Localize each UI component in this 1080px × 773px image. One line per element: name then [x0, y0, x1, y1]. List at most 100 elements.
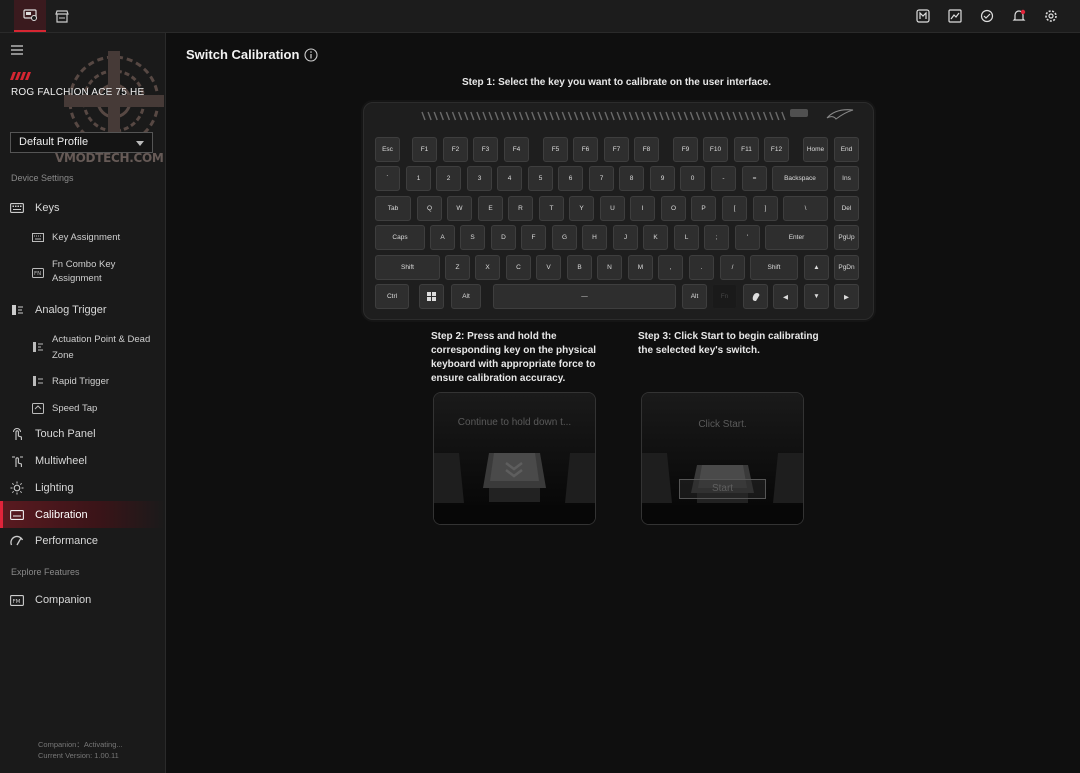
- key-[interactable]: ◀: [773, 284, 798, 309]
- key-7[interactable]: 7: [589, 166, 614, 192]
- start-button[interactable]: Start: [679, 479, 766, 499]
- windows-key[interactable]: [419, 284, 444, 309]
- key-r[interactable]: R: [508, 195, 533, 221]
- tab-store[interactable]: [46, 0, 78, 32]
- sidebar-item-multiwheel[interactable]: Multiwheel: [0, 453, 165, 469]
- key-[interactable]: ▶: [834, 284, 859, 309]
- key-f11[interactable]: F11: [734, 137, 759, 162]
- key-m[interactable]: M: [628, 254, 653, 280]
- key-fn[interactable]: Fn: [712, 284, 737, 309]
- key-6[interactable]: 6: [558, 166, 583, 192]
- info-icon[interactable]: [304, 48, 318, 62]
- key-f6[interactable]: F6: [573, 137, 598, 162]
- key-8[interactable]: 8: [619, 166, 644, 192]
- key-f5[interactable]: F5: [543, 137, 568, 162]
- key-w[interactable]: W: [447, 195, 472, 221]
- key-tab[interactable]: Tab: [375, 195, 411, 221]
- gallery-icon[interactable]: [948, 9, 962, 23]
- key-d[interactable]: D: [491, 225, 516, 251]
- key-backspace[interactable]: Backspace: [772, 166, 828, 192]
- key-del[interactable]: Del: [834, 195, 859, 221]
- key-[interactable]: —: [493, 284, 676, 309]
- key-ins[interactable]: Ins: [834, 166, 859, 192]
- sidebar-item-key-assignment[interactable]: Key Assignment: [0, 230, 165, 244]
- key-3[interactable]: 3: [467, 166, 492, 192]
- key-4[interactable]: 4: [497, 166, 522, 192]
- key-k[interactable]: K: [643, 225, 668, 251]
- key-pgdn[interactable]: PgDn: [834, 254, 859, 280]
- key-5[interactable]: 5: [528, 166, 553, 192]
- profile-dropdown[interactable]: Default Profile: [10, 132, 153, 153]
- key-[interactable]: ': [735, 225, 760, 251]
- key-1[interactable]: 1: [406, 166, 431, 192]
- key-f3[interactable]: F3: [473, 137, 498, 162]
- key-[interactable]: ▼: [804, 284, 829, 309]
- key-p[interactable]: P: [691, 195, 716, 221]
- sidebar-item-speed-tap[interactable]: Speed Tap: [0, 401, 165, 415]
- key-alt[interactable]: Alt: [682, 284, 707, 309]
- key-j[interactable]: J: [613, 225, 638, 251]
- key-v[interactable]: V: [536, 254, 561, 280]
- m-badge-icon[interactable]: [916, 9, 930, 23]
- key-ctrl[interactable]: Ctrl: [375, 284, 409, 309]
- sidebar-item-touch-panel[interactable]: Touch Panel: [0, 426, 165, 442]
- key-f[interactable]: F: [521, 225, 546, 251]
- sync-icon[interactable]: [980, 9, 994, 23]
- key-[interactable]: /: [720, 254, 745, 280]
- key-[interactable]: ,: [658, 254, 683, 280]
- key-caps[interactable]: Caps: [375, 225, 425, 251]
- sidebar-item-rapid-trigger[interactable]: Rapid Trigger: [0, 374, 165, 388]
- sidebar-item-analog-trigger[interactable]: Analog Trigger: [0, 302, 165, 318]
- key-n[interactable]: N: [597, 254, 622, 280]
- key-l[interactable]: L: [674, 225, 699, 251]
- key-o[interactable]: O: [661, 195, 686, 221]
- key-c[interactable]: C: [506, 254, 531, 280]
- sidebar-item-companion[interactable]: FM Companion: [0, 592, 165, 608]
- key-pgup[interactable]: PgUp: [834, 225, 859, 251]
- key-t[interactable]: T: [539, 195, 564, 221]
- key-[interactable]: [: [722, 195, 747, 221]
- sidebar-item-performance[interactable]: Performance: [0, 533, 165, 549]
- key-z[interactable]: Z: [445, 254, 470, 280]
- key-g[interactable]: G: [552, 225, 577, 251]
- key-e[interactable]: E: [478, 195, 503, 221]
- key-alt[interactable]: Alt: [451, 284, 481, 309]
- key-i[interactable]: I: [630, 195, 655, 221]
- sidebar-item-fn-combo[interactable]: FN Fn Combo Key Assignment: [0, 258, 165, 288]
- key-9[interactable]: 9: [650, 166, 675, 192]
- key-f8[interactable]: F8: [634, 137, 659, 162]
- key-shift[interactable]: Shift: [375, 254, 440, 280]
- sidebar-item-lighting[interactable]: Lighting: [0, 480, 165, 496]
- key-h[interactable]: H: [582, 225, 607, 251]
- key-[interactable]: ;: [704, 225, 729, 251]
- key-f2[interactable]: F2: [443, 137, 468, 162]
- key-esc[interactable]: Esc: [375, 137, 400, 162]
- key-2[interactable]: 2: [436, 166, 461, 192]
- key-a[interactable]: A: [430, 225, 455, 251]
- tab-device[interactable]: [14, 0, 46, 32]
- key-end[interactable]: End: [834, 137, 859, 162]
- key-[interactable]: `: [375, 166, 400, 192]
- notification-icon[interactable]: [1012, 9, 1026, 23]
- key-[interactable]: \: [783, 195, 828, 221]
- key-f1[interactable]: F1: [412, 137, 437, 162]
- key-[interactable]: ]: [753, 195, 778, 221]
- key-y[interactable]: Y: [569, 195, 594, 221]
- key-b[interactable]: B: [567, 254, 592, 280]
- key-[interactable]: -: [711, 166, 736, 192]
- key-f4[interactable]: F4: [504, 137, 529, 162]
- key-u[interactable]: U: [600, 195, 625, 221]
- key-[interactable]: =: [742, 166, 767, 192]
- key-enter[interactable]: Enter: [765, 225, 828, 251]
- key-f12[interactable]: F12: [764, 137, 789, 162]
- menu-icon[interactable]: [11, 45, 23, 55]
- key-f10[interactable]: F10: [703, 137, 728, 162]
- key-f9[interactable]: F9: [673, 137, 698, 162]
- key-f7[interactable]: F7: [604, 137, 629, 162]
- settings-icon[interactable]: [1044, 9, 1058, 23]
- key-[interactable]: .: [689, 254, 714, 280]
- copilot-key[interactable]: [743, 284, 768, 309]
- key-home[interactable]: Home: [803, 137, 828, 162]
- key-0[interactable]: 0: [680, 166, 705, 192]
- sidebar-item-actuation[interactable]: Actuation Point & Dead Zone: [0, 332, 165, 362]
